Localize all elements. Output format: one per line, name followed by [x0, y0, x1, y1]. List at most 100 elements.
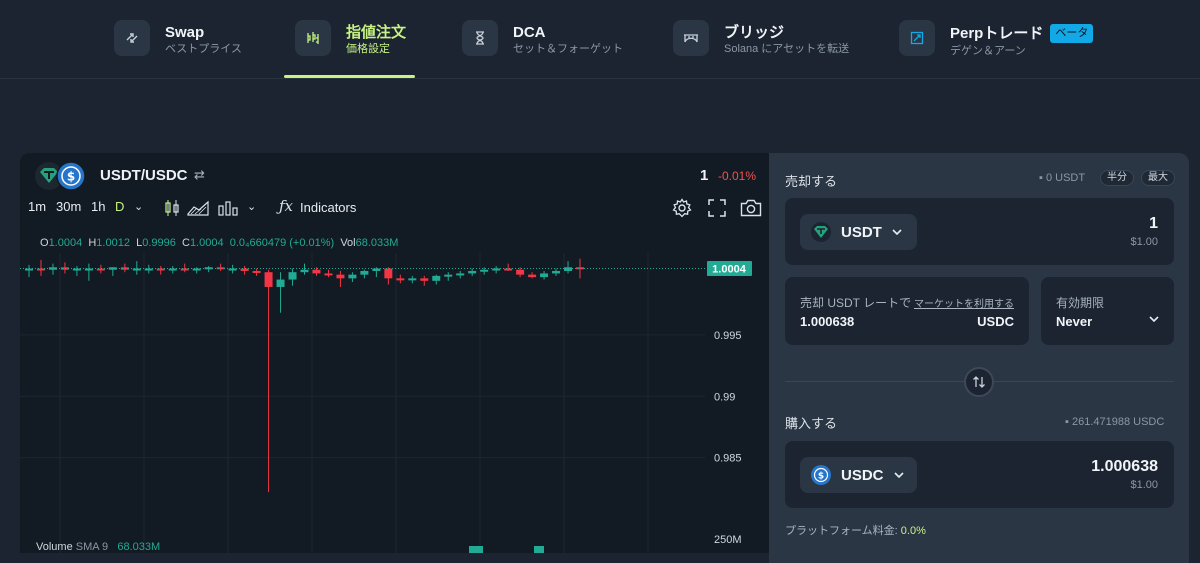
use-market-link[interactable]: マーケットを利用する: [914, 295, 1014, 310]
nav-subtitle: ベストプライス: [165, 43, 242, 55]
buy-balance-value: 261.471988 USDC: [1071, 416, 1165, 428]
rate-unit: USDC: [977, 314, 1014, 329]
buy-token-select[interactable]: $ USDC: [800, 457, 917, 493]
swap-pair-icon[interactable]: ⇄: [194, 167, 205, 183]
candle-up: [144, 268, 153, 271]
candle-down: [336, 274, 345, 279]
volume-bar: [534, 546, 544, 553]
wallet-icon: ▪: [1065, 416, 1072, 428]
sell-amount-input[interactable]: 1: [1149, 215, 1158, 233]
sell-label: 売却する: [785, 174, 838, 189]
perp-icon: [899, 20, 935, 56]
low-value: 0.9996: [142, 237, 176, 249]
nav-title: Swap: [165, 24, 205, 41]
candle-down: [528, 274, 537, 278]
candle-up: [456, 273, 465, 276]
candle-up: [492, 268, 501, 271]
nav-item-limit-order[interactable]: 指値注文 価格設定: [295, 0, 406, 79]
candle-up: [360, 270, 369, 275]
last-price-text: 1.0004: [712, 264, 747, 276]
chart-type-dropdown-icon[interactable]: ⌄: [247, 200, 256, 213]
area-chart-icon[interactable]: [187, 200, 209, 216]
candle-down: [312, 269, 321, 274]
buy-amount: 1.000638: [1091, 458, 1158, 475]
half-button[interactable]: 半分: [1100, 170, 1134, 186]
pair-name[interactable]: USDT/USDC: [100, 167, 188, 184]
candle-down: [384, 268, 393, 279]
svg-text:$: $: [818, 472, 824, 482]
nav-item-dca[interactable]: DCA セット＆フォーゲット: [462, 0, 623, 79]
camera-snapshot-icon[interactable]: [740, 199, 762, 217]
buy-token-symbol: USDC: [841, 466, 884, 484]
fee-value: 0.0%: [900, 525, 926, 537]
volume-label: Vol: [340, 237, 356, 249]
sell-token-select[interactable]: USDT: [800, 214, 917, 250]
candle-up: [552, 270, 561, 274]
bar-chart-icon[interactable]: [218, 200, 238, 216]
expiry-select[interactable]: 有効期限 Never: [1041, 277, 1174, 345]
candle-up: [444, 274, 453, 277]
fx-indicators-icon[interactable]: ƒx: [279, 197, 293, 215]
candle-up: [276, 279, 285, 287]
nav-subtitle: 価格設定: [346, 43, 390, 55]
expiry-value: Never: [1056, 314, 1093, 329]
candle-up: [372, 268, 381, 271]
candle-up: [348, 274, 357, 279]
sell-amount-usd: $1.00: [1130, 236, 1158, 248]
nav-item-perp[interactable]: Perpトレード ベータ デゲン＆アーン: [899, 0, 1094, 79]
volume-bar: [469, 546, 483, 553]
wallet-icon: ▪: [1039, 172, 1046, 184]
chart-grid: [20, 253, 705, 553]
candle-down: [324, 273, 333, 276]
max-button[interactable]: 最大: [1141, 170, 1175, 186]
candle-down: [504, 268, 513, 271]
volume-value: 68.033M: [355, 237, 399, 249]
y-tick-label: 0.995: [714, 330, 742, 342]
sell-token-box: USDT 1 $1.00: [785, 198, 1174, 265]
timeframe-d[interactable]: D: [115, 199, 124, 214]
nav-title-text: Perpトレード: [950, 25, 1044, 42]
high-value: 1.0012: [96, 237, 130, 249]
candle-up: [480, 269, 489, 272]
buy-label: 購入する: [785, 416, 838, 431]
fullscreen-icon[interactable]: [708, 199, 726, 217]
swap-vertical-icon: [973, 376, 985, 388]
open-value: 1.0004: [48, 237, 83, 249]
nav-title: Perpトレード ベータ: [950, 24, 1094, 43]
candle-down: [264, 272, 273, 287]
candle-up: [192, 268, 201, 271]
nav-title: 指値注文: [346, 24, 407, 41]
settings-gear-icon[interactable]: [672, 198, 692, 218]
chevron-down-icon: [1149, 311, 1159, 325]
price-change: -0.01%: [718, 169, 757, 183]
timeframe-dropdown-icon[interactable]: ⌄: [134, 200, 143, 213]
candle-up: [468, 270, 477, 274]
timeframe-30m[interactable]: 30m: [56, 199, 81, 214]
pair-token-logos: $: [35, 161, 86, 191]
sell-balance: ▪ 0 USDT: [1039, 172, 1085, 184]
sell-token-symbol: USDT: [841, 223, 882, 241]
timeframe-1h[interactable]: 1h: [91, 199, 105, 214]
bridge-icon: [673, 20, 709, 56]
nav-title: DCA: [513, 24, 546, 41]
candle-up: [564, 267, 573, 271]
sell-balance-value: 0 USDT: [1045, 172, 1086, 184]
nav-item-bridge[interactable]: ブリッジ Solana にアセットを転送: [673, 0, 849, 79]
volume-axis-label: 250M: [714, 534, 742, 546]
flip-direction-button[interactable]: [964, 367, 994, 397]
indicators-button[interactable]: Indicators: [300, 200, 356, 215]
candle-up: [540, 273, 549, 278]
timeframe-1m[interactable]: 1m: [28, 199, 46, 214]
hourglass-icon: [462, 20, 498, 56]
top-nav: Swap ベストプライス 指値注文 価格設定 DCA セット＆フォーゲット ブリ…: [0, 0, 1200, 79]
candles: [25, 258, 584, 493]
candle-down: [216, 267, 225, 270]
rate-input[interactable]: 1.000638: [800, 314, 854, 329]
current-price: 1: [700, 167, 709, 184]
volume-legend: Volume SMA 9 68.033M: [36, 541, 160, 553]
candles-icon[interactable]: [165, 199, 179, 217]
nav-item-swap[interactable]: Swap ベストプライス: [114, 0, 242, 79]
swap-arrows-icon: [114, 20, 150, 56]
change-value: 0.0₄660479 (+0.01%): [229, 237, 335, 249]
candlestick-chart[interactable]: 1.0004 0.995 0.99 0.985 250M: [20, 253, 769, 553]
